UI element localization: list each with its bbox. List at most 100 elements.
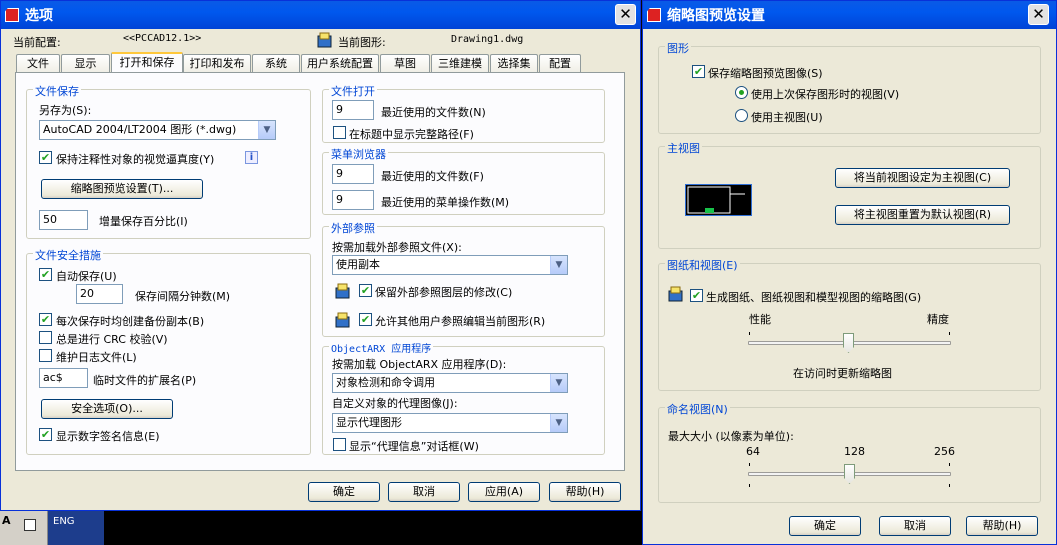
sheets-views-group: 图纸和视图(E) ✔ 生成图纸、图纸视图和模型视图的缩略图(G) 性能 精度 在… bbox=[658, 257, 1041, 391]
thumb-cancel-button[interactable]: 取消 bbox=[879, 516, 951, 536]
annot-fidelity-label: 保持注释性对象的视觉逼真度(Y) bbox=[56, 153, 215, 166]
taskbar: A ENG bbox=[0, 511, 642, 545]
menu-browser-title: 菜单浏览器 bbox=[329, 146, 388, 162]
tab-files[interactable]: 文件 bbox=[16, 54, 60, 72]
home-view-title: 主视图 bbox=[665, 140, 702, 156]
chevron-down-icon[interactable]: ▼ bbox=[550, 414, 567, 432]
digital-signature-checkbox[interactable]: ✔ bbox=[39, 428, 52, 441]
objectarx-group: ObjectARX 应用程序 按需加载 ObjectARX 应用程序(D): 对… bbox=[322, 340, 605, 455]
xref-group: 外部参照 按需加载外部参照文件(X): 使用副本 ▼ ✔ 保留外部参照图层的修改… bbox=[322, 220, 605, 337]
thumbnail-titlebar[interactable]: 缩略图预览设置 ✕ bbox=[643, 1, 1056, 29]
menu-recent-actions-input[interactable]: 9 bbox=[332, 190, 374, 210]
options-titlebar[interactable]: 选项 ✕ bbox=[1, 1, 640, 29]
tab-open-save[interactable]: 打开和保存 bbox=[111, 52, 183, 73]
tab-user-prefs[interactable]: 用户系统配置 bbox=[301, 54, 379, 72]
help-button[interactable]: 帮助(H) bbox=[549, 482, 621, 502]
crc-checkbox[interactable] bbox=[39, 331, 52, 344]
log-file-checkbox[interactable] bbox=[39, 349, 52, 362]
options-dialog: 选项 ✕ 当前配置: <<PCCAD12.1>> 当前图形: Drawing1.… bbox=[0, 0, 641, 511]
save-thumbnail-label: 保存缩略图预览图像(S) bbox=[708, 67, 823, 80]
close-button[interactable]: ✕ bbox=[1028, 4, 1049, 25]
tab-display[interactable]: 显示 bbox=[61, 54, 110, 72]
retain-xref-layers-checkbox[interactable]: ✔ bbox=[359, 284, 372, 297]
home-view-radio[interactable] bbox=[735, 109, 748, 122]
drawing-group: 图形 ✔ 保存缩略图预览图像(S) 使用上次保存图形时的视图(V) 使用主视图(… bbox=[658, 40, 1041, 134]
tick-mid-label: 128 bbox=[844, 445, 865, 458]
menu-recent-actions-label: 最近使用的菜单操作数(M) bbox=[381, 196, 510, 209]
taskbar-box-icon[interactable] bbox=[24, 519, 36, 531]
proxy-image-dropdown[interactable]: 显示代理图形 ▼ bbox=[332, 413, 568, 433]
apply-button[interactable]: 应用(A) bbox=[468, 482, 540, 502]
recent-files-input[interactable]: 9 bbox=[332, 100, 374, 120]
ok-button[interactable]: 确定 bbox=[308, 482, 380, 502]
tab-system[interactable]: 系统 bbox=[252, 54, 300, 72]
menu-recent-files-label: 最近使用的文件数(F) bbox=[381, 170, 484, 183]
tick-max-label: 256 bbox=[934, 445, 955, 458]
proxy-info-label: 显示“代理信息”对话框(W) bbox=[349, 440, 479, 453]
proxy-image-value: 显示代理图形 bbox=[336, 416, 402, 429]
chevron-down-icon[interactable]: ▼ bbox=[550, 374, 567, 392]
file-save-group: 文件保存 另存为(S): AutoCAD 2004/LT2004 图形 (*.d… bbox=[26, 83, 311, 239]
annot-fidelity-checkbox[interactable]: ✔ bbox=[39, 151, 52, 164]
sheets-views-title: 图纸和视图(E) bbox=[665, 257, 740, 273]
save-interval-input[interactable]: 20 bbox=[76, 284, 123, 304]
max-size-slider-thumb[interactable] bbox=[844, 464, 855, 484]
tick-min-label: 64 bbox=[746, 445, 760, 458]
app-logo-icon bbox=[647, 8, 661, 22]
tab-plot-publish[interactable]: 打印和发布 bbox=[183, 54, 251, 72]
xref-demand-dropdown[interactable]: 使用副本 ▼ bbox=[332, 255, 568, 275]
saveas-label: 另存为(S): bbox=[39, 104, 92, 117]
file-open-title: 文件打开 bbox=[329, 83, 377, 99]
app-logo-icon bbox=[5, 8, 19, 22]
chevron-down-icon[interactable]: ▼ bbox=[258, 121, 275, 139]
autosave-checkbox[interactable]: ✔ bbox=[39, 268, 52, 281]
taskbar-a-icon[interactable]: A bbox=[2, 514, 11, 527]
save-interval-label: 保存间隔分钟数(M) bbox=[135, 290, 231, 303]
incremental-save-label: 增量保存百分比(I) bbox=[99, 215, 188, 228]
arx-demand-value: 对象检测和命令调用 bbox=[336, 376, 435, 389]
saveas-dropdown[interactable]: AutoCAD 2004/LT2004 图形 (*.dwg) ▼ bbox=[39, 120, 276, 140]
home-view-preview bbox=[685, 184, 752, 216]
file-save-title: 文件保存 bbox=[33, 83, 81, 99]
tab-profiles[interactable]: 配置 bbox=[539, 54, 581, 72]
file-open-group: 文件打开 9 最近使用的文件数(N) 在标题中显示完整路径(F) bbox=[322, 83, 605, 143]
backup-checkbox[interactable]: ✔ bbox=[39, 313, 52, 326]
info-icon[interactable]: i bbox=[245, 151, 258, 164]
tab-selection[interactable]: 选择集 bbox=[490, 54, 538, 72]
saveas-value: AutoCAD 2004/LT2004 图形 (*.dwg) bbox=[43, 123, 237, 136]
tab-3d-modeling[interactable]: 三维建模 bbox=[431, 54, 489, 72]
drawing-icon bbox=[317, 32, 332, 48]
set-home-view-button[interactable]: 将当前视图设定为主视图(C) bbox=[835, 168, 1010, 188]
thumbnail-settings-button[interactable]: 缩略图预览设置(T)... bbox=[41, 179, 203, 199]
thumb-help-button[interactable]: 帮助(H) bbox=[966, 516, 1038, 536]
cancel-button[interactable]: 取消 bbox=[388, 482, 460, 502]
reset-home-view-button[interactable]: 将主视图重置为默认视图(R) bbox=[835, 205, 1010, 225]
allow-xref-edit-checkbox[interactable]: ✔ bbox=[359, 313, 372, 326]
tab-bar: 文件 显示 打开和保存 打印和发布 系统 用户系统配置 草图 三维建模 选择集 … bbox=[16, 52, 616, 74]
proxy-info-checkbox[interactable] bbox=[333, 438, 346, 451]
language-indicator[interactable]: ENG bbox=[48, 511, 104, 545]
current-drawing-value: Drawing1.dwg bbox=[451, 34, 524, 45]
thumbnail-dialog: 缩略图预览设置 ✕ 图形 ✔ 保存缩略图预览图像(S) 使用上次保存图形时的视图… bbox=[642, 0, 1057, 545]
update-on-access-label: 在访问时更新缩略图 bbox=[793, 367, 892, 380]
security-options-button[interactable]: 安全选项(O)... bbox=[41, 399, 173, 419]
slider-tick bbox=[749, 484, 750, 487]
performance-label: 性能 bbox=[749, 313, 771, 326]
menu-recent-files-input[interactable]: 9 bbox=[332, 164, 374, 184]
arx-demand-label: 按需加载 ObjectARX 应用程序(D): bbox=[332, 358, 507, 371]
generate-thumbnails-checkbox[interactable]: ✔ bbox=[690, 289, 703, 302]
layer-icon bbox=[668, 286, 683, 302]
thumb-ok-button[interactable]: 确定 bbox=[789, 516, 861, 536]
arx-demand-dropdown[interactable]: 对象检测和命令调用 ▼ bbox=[332, 373, 568, 393]
temp-ext-input[interactable]: ac$ bbox=[39, 368, 88, 388]
max-size-label: 最大大小 (以像素为单位): bbox=[668, 430, 794, 443]
last-view-radio[interactable] bbox=[735, 86, 748, 99]
incremental-save-input[interactable]: 50 bbox=[39, 210, 88, 230]
accuracy-slider-thumb[interactable] bbox=[843, 333, 854, 353]
tab-drafting[interactable]: 草图 bbox=[380, 54, 430, 72]
close-button[interactable]: ✕ bbox=[615, 4, 636, 25]
layer-icon bbox=[335, 312, 350, 328]
chevron-down-icon[interactable]: ▼ bbox=[550, 256, 567, 274]
save-thumbnail-checkbox[interactable]: ✔ bbox=[692, 65, 705, 78]
full-path-checkbox[interactable] bbox=[333, 126, 346, 139]
